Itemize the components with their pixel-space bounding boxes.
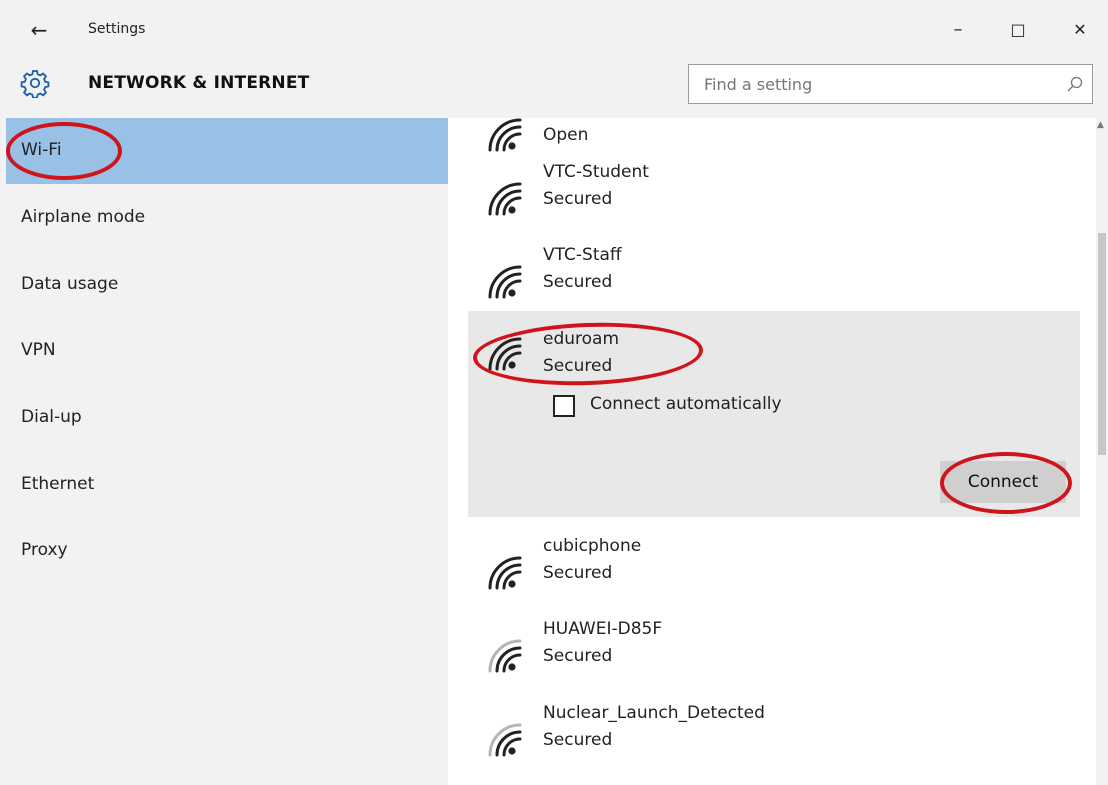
network-status: Secured [543, 730, 613, 750]
sidebar-item-data-usage[interactable]: Data usage [6, 252, 448, 318]
sidebar-item-label: Ethernet [21, 474, 95, 494]
settings-window: ← Settings – □ ✕ NETWORK & INTERNET Wi-F… [0, 0, 1108, 785]
search-icon[interactable] [1066, 75, 1084, 93]
sidebar-item-proxy[interactable]: Proxy [6, 518, 448, 584]
sidebar-item-ethernet[interactable]: Ethernet [6, 452, 448, 518]
minimize-button[interactable]: – [940, 16, 976, 44]
sidebar: Wi-Fi Airplane mode Data usage VPN Dial-… [0, 118, 448, 785]
network-name: HUAWEI-D85F [543, 619, 663, 639]
maximize-button[interactable]: □ [1000, 16, 1036, 44]
wifi-signal-icon [488, 182, 522, 216]
annotation-circle-wifi [6, 122, 122, 180]
network-status: Secured [543, 646, 613, 666]
network-status: Secured [543, 272, 613, 292]
network-name: cubicphone [543, 536, 642, 556]
sidebar-item-dial-up[interactable]: Dial-up [6, 385, 448, 451]
sidebar-item-label: Airplane mode [21, 207, 146, 227]
title-bar: ← Settings – □ ✕ [0, 10, 1108, 50]
wifi-signal-icon [488, 265, 522, 299]
network-item[interactable]: VTC-Student Secured [468, 154, 1080, 236]
wifi-signal-weak-icon [488, 639, 522, 673]
sidebar-item-label: VPN [21, 340, 56, 360]
network-name: VTC-Student [543, 162, 649, 182]
network-item[interactable]: VTC-Staff Secured [468, 237, 1080, 319]
wifi-signal-weak-icon [488, 723, 522, 757]
network-name: Nuclear_Launch_Detected [543, 703, 765, 723]
scroll-thumb[interactable] [1098, 233, 1106, 455]
connect-automatically-label: Connect automatically [590, 394, 782, 414]
sidebar-item-label: Data usage [21, 274, 119, 294]
window-title: Settings [88, 21, 146, 37]
search-input[interactable] [689, 65, 1049, 103]
network-status: Open [543, 125, 589, 145]
sidebar-item-vpn[interactable]: VPN [6, 318, 448, 384]
network-status: Secured [543, 189, 613, 209]
network-item[interactable]: HUAWEI-D85F Secured [468, 611, 1080, 693]
wifi-signal-icon [488, 556, 522, 590]
gear-icon [20, 70, 50, 98]
sidebar-item-label: Dial-up [21, 407, 82, 427]
network-item[interactable]: cubicphone Secured [468, 528, 1080, 610]
connect-automatically-checkbox[interactable] [553, 395, 575, 417]
close-button[interactable]: ✕ [1062, 16, 1098, 44]
sidebar-item-label: Proxy [21, 540, 68, 560]
scroll-up-icon[interactable]: ▲ [1097, 120, 1104, 130]
section-title: NETWORK & INTERNET [88, 73, 310, 93]
annotation-circle-connect [940, 452, 1072, 514]
sidebar-item-airplane-mode[interactable]: Airplane mode [6, 185, 448, 251]
scrollbar[interactable]: ▲ [1096, 118, 1108, 785]
wifi-signal-icon [488, 118, 522, 152]
back-arrow-icon[interactable]: ← [25, 16, 53, 44]
search-box[interactable] [688, 64, 1093, 104]
network-status: Secured [543, 563, 613, 583]
network-item[interactable]: Nuclear_Launch_Detected Secured [468, 695, 1080, 777]
network-name: VTC-Staff [543, 245, 622, 265]
